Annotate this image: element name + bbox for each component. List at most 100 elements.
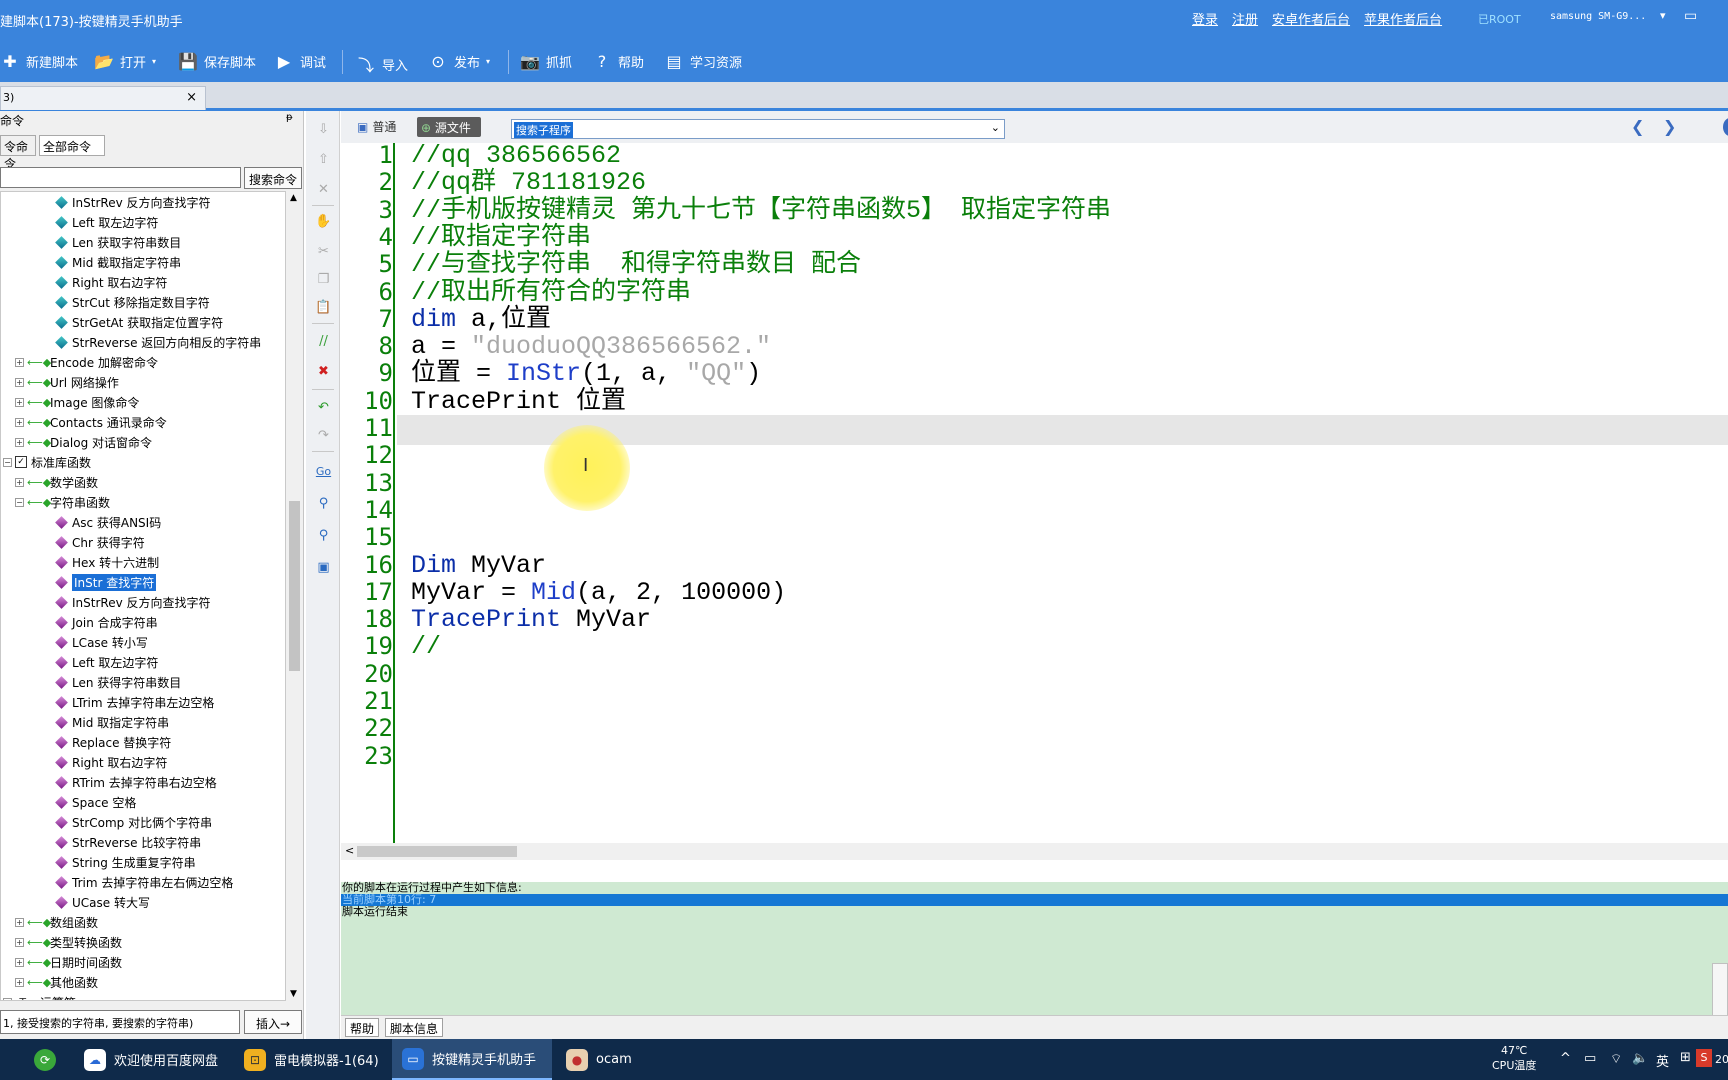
tree-item[interactable]: LTrim 去掉字符串左边空格 <box>55 692 214 712</box>
android-author-link[interactable]: 安卓作者后台 <box>1272 9 1350 28</box>
paste-icon[interactable]: 📋 <box>315 299 332 316</box>
tree-item[interactable]: Hex 转十六进制 <box>55 552 159 572</box>
expand-toggle-icon[interactable]: + <box>15 357 24 367</box>
tree-item[interactable]: Mid 截取指定字符串 <box>55 252 181 272</box>
insert-button[interactable]: 插入→ <box>244 1010 302 1034</box>
grid-icon[interactable]: ⊞ <box>1680 1050 1691 1065</box>
expand-toggle-icon[interactable]: − <box>15 497 24 507</box>
tree-item[interactable]: UCase 转大写 <box>55 892 150 912</box>
tree-item[interactable]: Right 取右边字符 <box>55 272 167 292</box>
panel-splitter[interactable] <box>341 860 1728 882</box>
tree-item[interactable]: + ⟵◆ 数组函数 <box>15 912 98 932</box>
copy-icon[interactable]: ❐ <box>315 271 332 288</box>
tree-item[interactable]: + ⟵◆ Encode 加解密命令 <box>15 352 158 372</box>
tree-item[interactable]: Trim 去掉字符串左右俩边空格 <box>55 872 233 892</box>
wifi-icon[interactable]: ⌔ <box>1610 1051 1622 1067</box>
capture-button[interactable]: 📷 抓抓 <box>520 52 572 71</box>
expand-toggle-icon[interactable]: + <box>15 917 24 927</box>
taskbar-item-ldplayer[interactable]: ⊡ 雷电模拟器-1(64) <box>234 1039 389 1080</box>
expand-toggle-icon[interactable]: + <box>15 417 24 427</box>
expand-toggle-icon[interactable]: + <box>15 377 24 387</box>
tree-item[interactable]: Left 取左边字符 <box>55 212 158 232</box>
tree-item[interactable]: String 生成重复字符串 <box>55 852 196 872</box>
close-icon[interactable]: × <box>186 90 197 105</box>
breakpoint-icon[interactable]: ✋ <box>315 213 332 230</box>
replace-icon[interactable]: ⚲ <box>315 527 332 544</box>
import-button[interactable]: ⤵ 导入 <box>356 52 408 76</box>
tree-item[interactable]: Len 获得字符串数目 <box>55 672 181 692</box>
tree-item[interactable]: + ⟵◆ 其他函数 <box>15 972 98 992</box>
360-icon[interactable]: ⟳ <box>26 1039 64 1080</box>
new-script-button[interactable]: ✚ 新建脚本 <box>0 52 78 71</box>
search-command-button[interactable]: 搜索命令 <box>244 167 302 189</box>
tree-item[interactable]: StrReverse 返回方向相反的字符串 <box>55 332 261 352</box>
find-icon[interactable]: ⚲ <box>315 495 332 512</box>
save-script-button[interactable]: 💾 保存脚本 <box>178 52 256 71</box>
tree-item[interactable]: StrGetAt 获取指定位置字符 <box>55 312 223 332</box>
editor-horizontal-scrollbar[interactable]: < <box>341 843 1728 860</box>
expand-toggle-icon[interactable]: − <box>3 457 12 467</box>
undo-icon[interactable]: ↶ <box>315 399 332 416</box>
tree-item[interactable]: Left 取左边字符 <box>55 652 158 672</box>
tree-item[interactable]: StrReverse 比较字符串 <box>55 832 201 852</box>
tree-item[interactable]: − ⟵◆ 字符串函数 <box>15 492 110 512</box>
command-search-input[interactable] <box>0 167 241 188</box>
tree-item[interactable]: StrComp 对比俩个字符串 <box>55 812 212 832</box>
panel-toggle-icon[interactable] <box>1723 118 1728 136</box>
document-tab[interactable]: 3) × <box>0 86 206 110</box>
tree-item[interactable]: InStr 查找字符 <box>55 572 157 592</box>
register-link[interactable]: 注册 <box>1232 9 1258 28</box>
tree-item[interactable]: Space 空格 <box>55 792 136 812</box>
tree-item[interactable]: LCase 转小写 <box>55 632 148 652</box>
tree-scrollbar[interactable]: ▲ ▼ <box>287 191 302 1001</box>
scroll-up-icon[interactable]: ▲ <box>290 193 297 203</box>
chevron-right-icon[interactable]: ❯ <box>1663 117 1676 136</box>
tree-item[interactable]: Asc 获得ANSI码 <box>55 512 161 532</box>
expand-toggle-icon[interactable]: + <box>15 977 24 987</box>
redo-icon[interactable]: ↷ <box>315 427 332 444</box>
code-editor[interactable]: 1 2 3 4 5 6 7 8 9 10 11 12 13 14 15 16 17 18 19 20 21 22 23 //… <box>341 141 1728 843</box>
goto-line-icon[interactable]: Go <box>315 463 332 480</box>
taskbar-item-baidu[interactable]: ☁ 欢迎使用百度网盘 <box>74 1039 228 1080</box>
apple-author-link[interactable]: 苹果作者后台 <box>1364 9 1442 28</box>
comment-icon[interactable]: // <box>315 333 332 350</box>
device-name[interactable]: samsung SM-G9... <box>1550 11 1646 22</box>
chevron-left-icon[interactable]: ❮ <box>1631 117 1644 136</box>
command-syntax-field[interactable]: 1, 接受搜索的字符串, 要搜索的字符串) <box>0 1010 240 1034</box>
tree-item[interactable]: Right 取右边字符 <box>55 752 167 772</box>
login-link[interactable]: 登录 <box>1192 9 1218 28</box>
tree-item[interactable]: Chr 获得字符 <box>55 532 145 552</box>
properties-icon[interactable]: ▣ <box>315 559 332 576</box>
normal-view-button[interactable]: ▣ 普通 <box>357 118 396 135</box>
volume-icon[interactable]: 🔈 <box>1632 1051 1648 1066</box>
tree-item[interactable]: Mid 取指定字符串 <box>55 712 169 732</box>
scrollbar-thumb[interactable] <box>289 501 300 671</box>
pin-icon[interactable]: ᵽ <box>286 112 293 123</box>
step-into-icon[interactable]: ⇩ <box>315 121 332 138</box>
scroll-left-icon[interactable]: < <box>345 844 354 857</box>
tab-help[interactable]: 帮助 <box>345 1018 380 1037</box>
tab-script-info[interactable]: 脚本信息 <box>385 1018 444 1037</box>
debug-button[interactable]: ▶ 调试 <box>274 52 326 71</box>
expand-toggle-icon[interactable]: + <box>15 957 24 967</box>
learning-resources-button[interactable]: ▤ 学习资源 <box>664 52 742 71</box>
tree-item[interactable]: − ✓ 标准库函数 <box>3 452 91 472</box>
tree-item[interactable]: InStrRev 反方向查找字符 <box>55 592 211 612</box>
tree-item[interactable]: Len 获取字符串数目 <box>55 232 181 252</box>
tree-item[interactable]: StrCut 移除指定数目字符 <box>55 292 210 312</box>
tab-all-commands[interactable]: 全部命令 <box>39 135 105 156</box>
expand-toggle-icon[interactable]: + <box>15 477 24 487</box>
tree-item[interactable]: RTrim 去掉字符串右边空格 <box>55 772 217 792</box>
taskbar-item-ocam[interactable]: ● ocam <box>556 1039 642 1080</box>
expand-toggle-icon[interactable]: + <box>15 937 24 947</box>
tree-item[interactable]: Replace 替换字符 <box>55 732 171 752</box>
expand-toggle-icon[interactable]: + <box>15 437 24 447</box>
scroll-down-icon[interactable]: ▼ <box>290 989 297 999</box>
tree-item[interactable]: + ⟵◆ 日期时间函数 <box>15 952 122 972</box>
tree-item[interactable]: + ⟵◆ Url 网络操作 <box>15 372 119 392</box>
expand-toggle-icon[interactable]: + <box>15 397 24 407</box>
window-minimize-button[interactable]: ▭ <box>1684 8 1697 24</box>
tree-item[interactable]: + ⟵◆ 类型转换函数 <box>15 932 122 952</box>
stop-icon[interactable]: ✕ <box>315 181 332 198</box>
uncomment-icon[interactable]: ✖ <box>315 363 332 380</box>
